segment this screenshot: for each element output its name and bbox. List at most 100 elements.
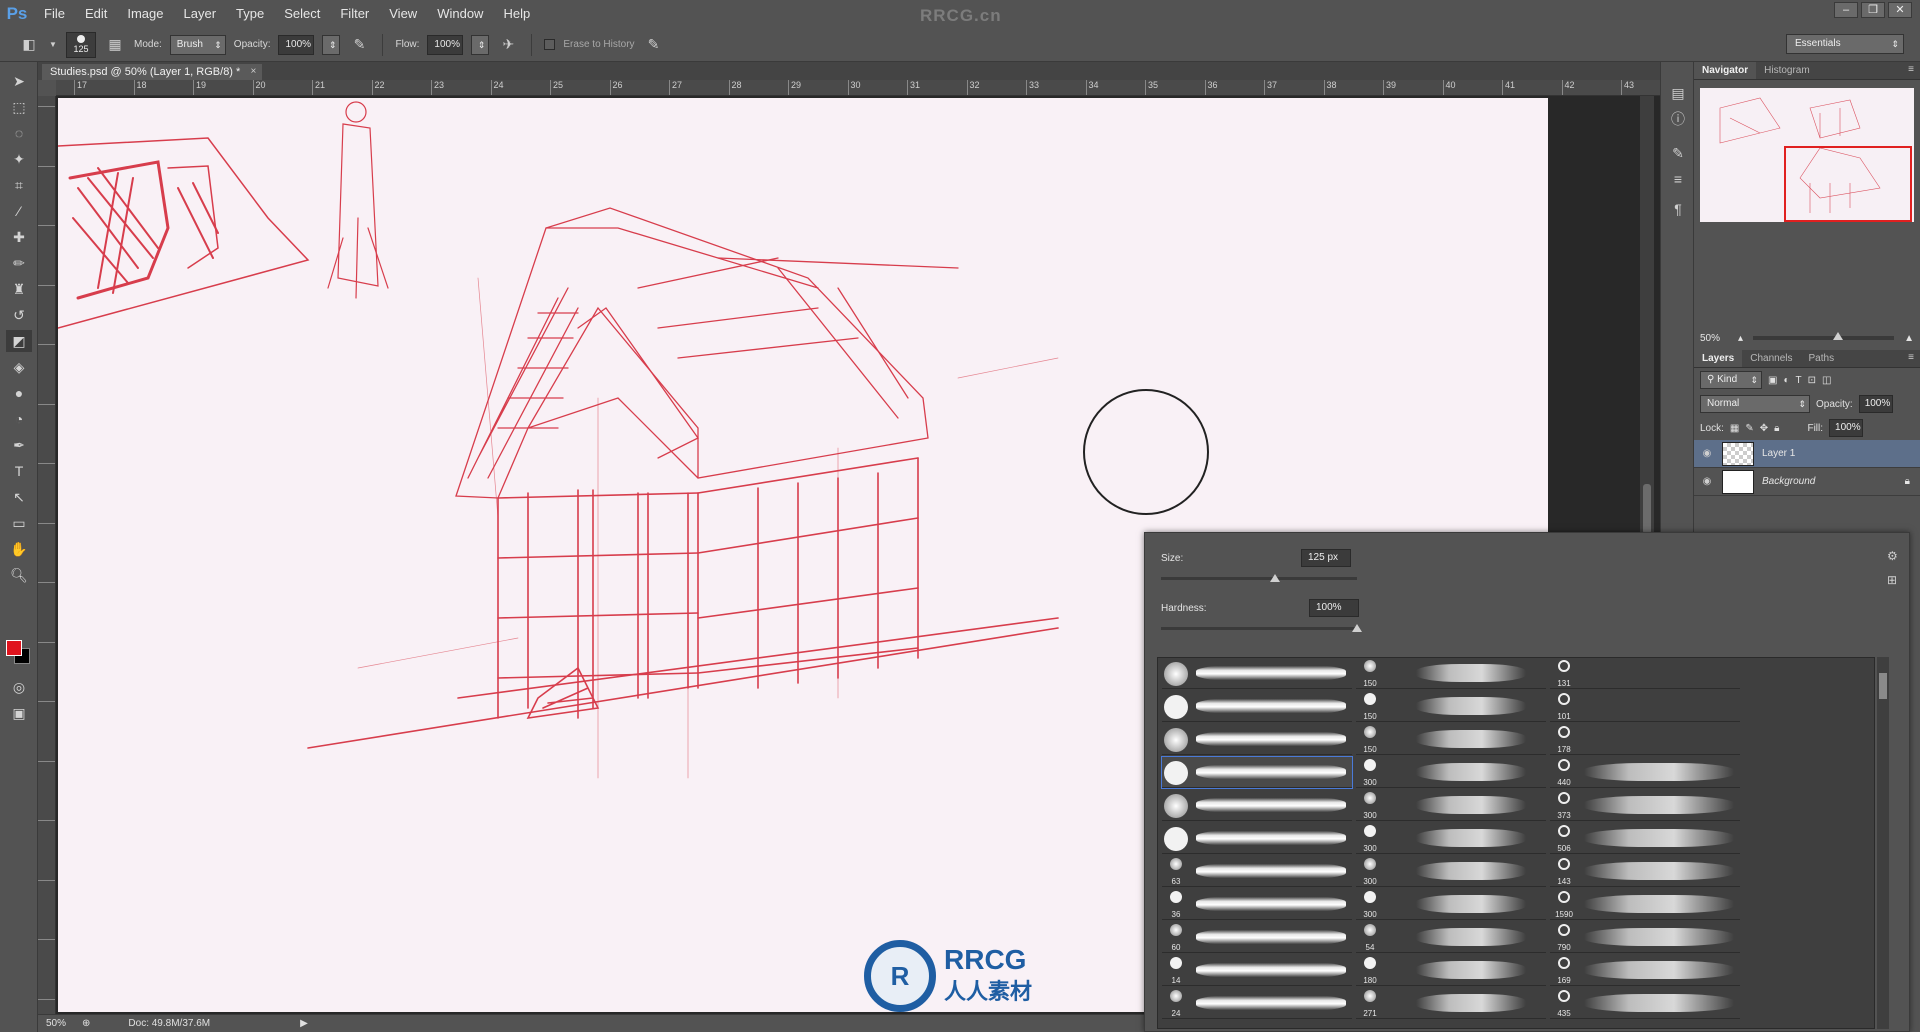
- eraser-tool-icon[interactable]: ◩: [6, 330, 32, 352]
- type-tool-icon[interactable]: T: [6, 460, 32, 482]
- brush-presets-icon[interactable]: ✎: [1667, 142, 1689, 164]
- paint-bucket-tool-icon[interactable]: ◈: [6, 356, 32, 378]
- close-tab-icon[interactable]: ×: [250, 64, 256, 80]
- opacity-dropdown[interactable]: [322, 34, 341, 55]
- menu-type[interactable]: Type: [226, 0, 274, 28]
- eye-icon[interactable]: ◉: [1700, 476, 1714, 487]
- history-brush-tool-icon[interactable]: ↺: [6, 304, 32, 326]
- screen-mode-icon[interactable]: ▣: [6, 702, 32, 724]
- brush-preset-cell[interactable]: 14: [1162, 955, 1352, 986]
- brush-preset-cell[interactable]: 131: [1550, 658, 1740, 689]
- brush-preset-cell[interactable]: 150: [1356, 658, 1546, 689]
- size-slider[interactable]: [1161, 574, 1357, 582]
- maximize-button[interactable]: ❐: [1861, 2, 1885, 18]
- healing-brush-tool-icon[interactable]: ✚: [6, 226, 32, 248]
- flow-dropdown[interactable]: [471, 34, 490, 55]
- blur-tool-icon[interactable]: ●: [6, 382, 32, 404]
- brush-preset-picker[interactable]: 125: [66, 31, 96, 58]
- brush-preset-cell[interactable]: 300: [1356, 856, 1546, 887]
- airbrush-icon[interactable]: ✈: [497, 34, 519, 56]
- history-panel-icon[interactable]: ▤: [1667, 82, 1689, 104]
- brush-preset-cell[interactable]: [1161, 756, 1353, 789]
- pressure-opacity-icon[interactable]: ✎: [348, 34, 370, 56]
- brush-preset-cell[interactable]: 300: [1356, 757, 1546, 788]
- lasso-tool-icon[interactable]: ◌: [6, 122, 32, 144]
- filter-smart-object-icon[interactable]: ◫: [1822, 375, 1831, 386]
- brush-preset-cell[interactable]: 300: [1356, 790, 1546, 821]
- zoom-tool-icon[interactable]: 🔍︎: [6, 564, 32, 586]
- scrollbar-thumb[interactable]: [1879, 673, 1887, 699]
- brush-preset-cell[interactable]: 169: [1550, 955, 1740, 986]
- zoom-in-icon[interactable]: ▲: [1904, 333, 1914, 344]
- brush-preset-cell[interactable]: 101: [1550, 691, 1740, 722]
- layer-row-layer-1[interactable]: ◉ Layer 1: [1694, 440, 1920, 468]
- panel-menu-icon[interactable]: ≡: [1908, 64, 1914, 75]
- scrollbar-thumb[interactable]: [1643, 484, 1651, 534]
- brush-preset-cell[interactable]: 180: [1356, 955, 1546, 986]
- brush-preset-cell[interactable]: 54: [1356, 922, 1546, 953]
- info-panel-icon[interactable]: ⓘ: [1667, 108, 1689, 130]
- menu-window[interactable]: Window: [427, 0, 493, 28]
- opacity-field[interactable]: 100%: [278, 34, 315, 55]
- document-tab[interactable]: Studies.psd @ 50% (Layer 1, RGB/8) * ×: [42, 64, 263, 80]
- tab-paths[interactable]: Paths: [1801, 350, 1843, 367]
- tab-histogram[interactable]: Histogram: [1756, 62, 1818, 79]
- brush-preset-cell[interactable]: 373: [1550, 790, 1740, 821]
- eyedropper-tool-icon[interactable]: ⁄: [6, 200, 32, 222]
- brush-preset-cell[interactable]: 143: [1550, 856, 1740, 887]
- status-menu-arrow-icon[interactable]: ▶: [300, 1018, 308, 1029]
- eraser-tool-preset-icon[interactable]: ◧: [18, 34, 40, 56]
- hardness-slider[interactable]: [1161, 624, 1362, 632]
- brush-preset-cell[interactable]: 506: [1550, 823, 1740, 854]
- size-slider-knob[interactable]: [1269, 574, 1280, 582]
- brush-preset-cell[interactable]: [1162, 790, 1352, 821]
- marquee-tool-icon[interactable]: ⬚: [6, 96, 32, 118]
- fill-field[interactable]: 100%: [1829, 419, 1864, 437]
- menu-file[interactable]: File: [34, 0, 75, 28]
- gear-icon[interactable]: ⚙: [1887, 549, 1898, 563]
- brush-preset-cell[interactable]: 271: [1356, 988, 1546, 1019]
- menu-help[interactable]: Help: [493, 0, 540, 28]
- pressure-size-icon[interactable]: ✎: [643, 34, 665, 56]
- brush-preset-cell[interactable]: 178: [1550, 724, 1740, 755]
- crop-tool-icon[interactable]: ⌗: [6, 174, 32, 196]
- menu-filter[interactable]: Filter: [330, 0, 379, 28]
- brush-preset-cell[interactable]: 60: [1162, 922, 1352, 953]
- brush-preset-cell[interactable]: [1162, 658, 1352, 689]
- menu-layer[interactable]: Layer: [174, 0, 227, 28]
- brush-tool-icon[interactable]: ✏: [6, 252, 32, 274]
- brush-preset-cell[interactable]: 440: [1550, 757, 1740, 788]
- hardness-slider-knob[interactable]: [1352, 624, 1362, 632]
- chevron-down-icon[interactable]: ▼: [48, 34, 58, 56]
- erase-to-history-checkbox[interactable]: [544, 39, 556, 50]
- menu-edit[interactable]: Edit: [75, 0, 117, 28]
- navigator-zoom-value[interactable]: 50%: [1700, 333, 1720, 344]
- flow-field[interactable]: 100%: [427, 34, 464, 55]
- rectangle-tool-icon[interactable]: ▭: [6, 512, 32, 534]
- blend-mode-dropdown[interactable]: Normal: [1700, 395, 1810, 413]
- navigator-zoom-knob[interactable]: [1833, 332, 1844, 340]
- size-field[interactable]: 125 px: [1301, 549, 1351, 567]
- eye-icon[interactable]: ◉: [1700, 448, 1714, 459]
- brush-preset-cell[interactable]: 790: [1550, 922, 1740, 953]
- lock-transparency-icon[interactable]: ▦: [1730, 423, 1739, 434]
- navigator-zoom-slider[interactable]: [1753, 332, 1895, 340]
- filter-shape-icon[interactable]: ⊡: [1808, 375, 1816, 386]
- filter-pixel-icon[interactable]: ▣: [1768, 375, 1777, 386]
- zoom-out-icon[interactable]: ▴: [1738, 333, 1743, 344]
- navigator-thumbnail[interactable]: [1700, 88, 1914, 222]
- brush-grid-scrollbar[interactable]: [1877, 657, 1889, 1029]
- layer-filter-dropdown[interactable]: ⚲ Kind: [1700, 371, 1762, 389]
- filter-type-icon[interactable]: T: [1796, 375, 1802, 386]
- close-window-button[interactable]: ✕: [1888, 2, 1912, 18]
- mode-dropdown[interactable]: Brush: [169, 34, 226, 55]
- menu-select[interactable]: Select: [274, 0, 330, 28]
- brush-preset-cell[interactable]: [1162, 823, 1352, 854]
- quick-mask-icon[interactable]: ◎: [6, 676, 32, 698]
- new-preset-icon[interactable]: ⊞: [1887, 573, 1897, 587]
- foreground-color-swatch[interactable]: [6, 640, 22, 656]
- workspace-dropdown[interactable]: Essentials: [1786, 34, 1904, 54]
- pen-tool-icon[interactable]: ✒: [6, 434, 32, 456]
- brush-preset-cell[interactable]: 63: [1162, 856, 1352, 887]
- brush-preset-cell[interactable]: 36: [1162, 889, 1352, 920]
